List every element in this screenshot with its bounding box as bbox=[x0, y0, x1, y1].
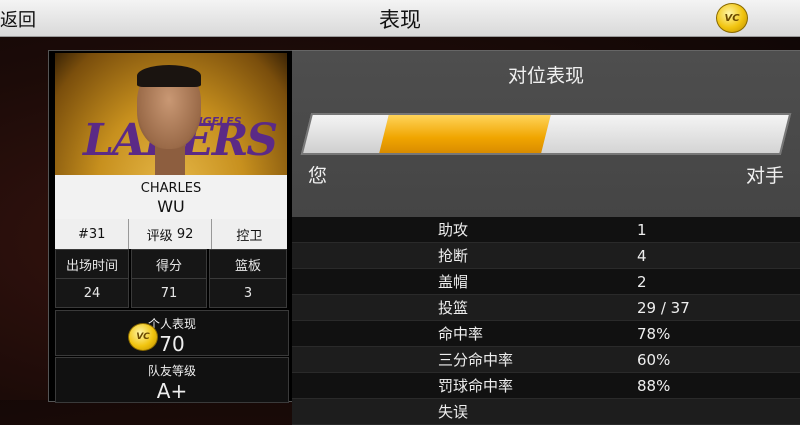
matchup-bar-you bbox=[303, 115, 389, 153]
rating-value: 92 bbox=[176, 226, 194, 242]
stat-name: 抢断 bbox=[438, 247, 469, 265]
stat-name: 助攻 bbox=[438, 221, 469, 239]
matchup-bar-highlight bbox=[379, 115, 551, 153]
stat-value: 2 bbox=[637, 272, 647, 291]
stat-value: 60% bbox=[637, 350, 671, 369]
stat-value: 88% bbox=[637, 376, 671, 395]
top-bar: 返回 表现 VC bbox=[0, 0, 800, 37]
you-label: 您 bbox=[308, 165, 328, 187]
stat-value: 4 bbox=[637, 246, 647, 265]
stat-label-rebounds: 篮板 bbox=[209, 249, 287, 279]
player-card: LAKERS ANGELES CHARLES WU #31 评级 92 控卫 出… bbox=[48, 50, 294, 403]
performance-box: 个人表现 VC 70 bbox=[55, 310, 289, 356]
performance-value: 70 bbox=[159, 332, 185, 356]
vc-coin-icon: VC bbox=[128, 323, 158, 351]
stat-value: 78% bbox=[637, 324, 671, 343]
table-row: 命中率 78% bbox=[292, 321, 800, 347]
table-row: 失误 bbox=[292, 399, 800, 425]
rating-label: 评级 bbox=[146, 228, 173, 244]
matchup-title: 对位表现 bbox=[507, 65, 584, 87]
stat-value-rebounds: 3 bbox=[209, 278, 287, 308]
stat-label-minutes: 出场时间 bbox=[55, 249, 129, 279]
stat-value-minutes: 24 bbox=[55, 278, 129, 308]
jersey-number: #31 bbox=[55, 219, 130, 249]
matchup-panel: 对位表现 您 对手 助攻 1 抢断 4 盖帽 2 投篮 29 / 37 命中率 78% 三分命中率 6… bbox=[292, 50, 800, 425]
matchup-bar bbox=[300, 113, 792, 155]
teammate-grade-box: 队友等级 A+ bbox=[55, 357, 289, 403]
stat-name: 命中率 bbox=[438, 325, 484, 343]
table-row: 三分命中率 60% bbox=[292, 347, 800, 373]
stat-value: 29 / 37 bbox=[637, 298, 690, 317]
player-hair bbox=[137, 65, 201, 87]
table-row: 投篮 29 / 37 bbox=[292, 295, 800, 321]
table-row: 抢断 4 bbox=[292, 243, 800, 269]
table-row: 罚球命中率 88% bbox=[292, 373, 800, 399]
player-last-name: WU bbox=[157, 197, 185, 216]
stat-name: 三分命中率 bbox=[438, 351, 514, 369]
performance-label: 个人表现 bbox=[147, 317, 196, 331]
opponent-label: 对手 bbox=[745, 165, 784, 187]
teammate-grade-value: A+ bbox=[156, 379, 188, 403]
rating: 评级 92 bbox=[129, 219, 212, 249]
stat-label-points: 得分 bbox=[131, 249, 207, 279]
player-name: CHARLES WU bbox=[55, 175, 287, 220]
stat-value-points: 71 bbox=[131, 278, 207, 308]
vc-coin-icon[interactable]: VC bbox=[716, 3, 748, 33]
stat-name: 失误 bbox=[438, 403, 469, 421]
stat-name: 罚球命中率 bbox=[438, 377, 514, 395]
player-first-name: CHARLES bbox=[140, 181, 202, 196]
matchup-bar-opponent bbox=[541, 115, 789, 153]
stat-name: 投篮 bbox=[438, 299, 469, 317]
stat-value: 1 bbox=[637, 220, 647, 239]
matchup-stats-table: 助攻 1 抢断 4 盖帽 2 投篮 29 / 37 命中率 78% 三分命中率 60% 罚球命中率 88%… bbox=[292, 217, 800, 425]
teammate-grade-label: 队友等级 bbox=[147, 364, 196, 378]
page-title: 表现 bbox=[379, 8, 421, 32]
stat-name: 盖帽 bbox=[438, 273, 469, 291]
table-row: 助攻 1 bbox=[292, 217, 800, 243]
table-row: 盖帽 2 bbox=[292, 269, 800, 295]
player-info-row: #31 评级 92 控卫 bbox=[55, 219, 287, 249]
player-position: 控卫 bbox=[211, 219, 287, 249]
